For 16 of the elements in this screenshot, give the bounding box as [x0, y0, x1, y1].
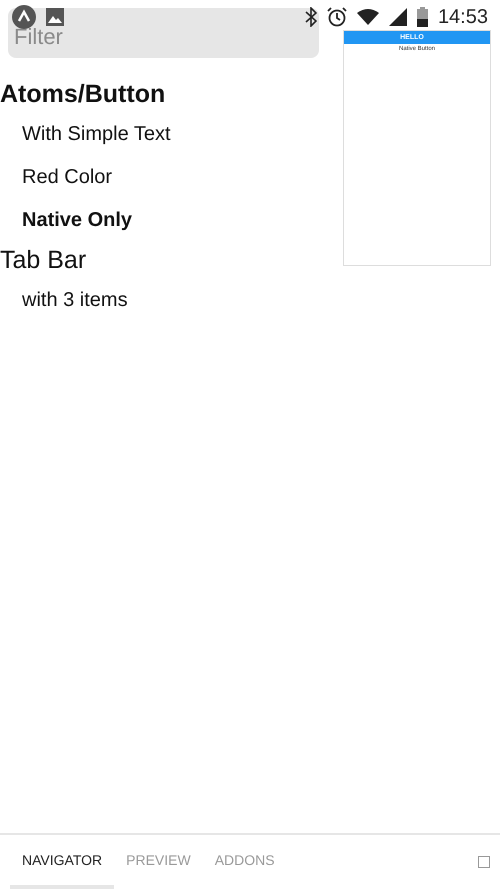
- story-item[interactable]: Red Color: [0, 156, 319, 199]
- story-item[interactable]: With Simple Text: [0, 113, 319, 156]
- story-item[interactable]: Native Only: [0, 199, 319, 242]
- wifi-icon: [356, 9, 379, 25]
- signal-icon: [388, 8, 407, 26]
- status-time: 14:53: [438, 6, 488, 28]
- square-icon[interactable]: [478, 856, 490, 868]
- tab[interactable]: NAVIGATOR: [10, 835, 114, 889]
- filter-field[interactable]: Filter: [8, 8, 319, 58]
- story-group[interactable]: Atoms/Button: [0, 76, 319, 113]
- story-item[interactable]: with 3 items: [0, 279, 319, 322]
- alarm-icon: [326, 7, 347, 27]
- bluetooth-icon: [304, 7, 317, 27]
- battery-icon: [416, 7, 428, 27]
- story-group[interactable]: Tab Bar: [0, 242, 319, 279]
- image-icon: [46, 8, 64, 26]
